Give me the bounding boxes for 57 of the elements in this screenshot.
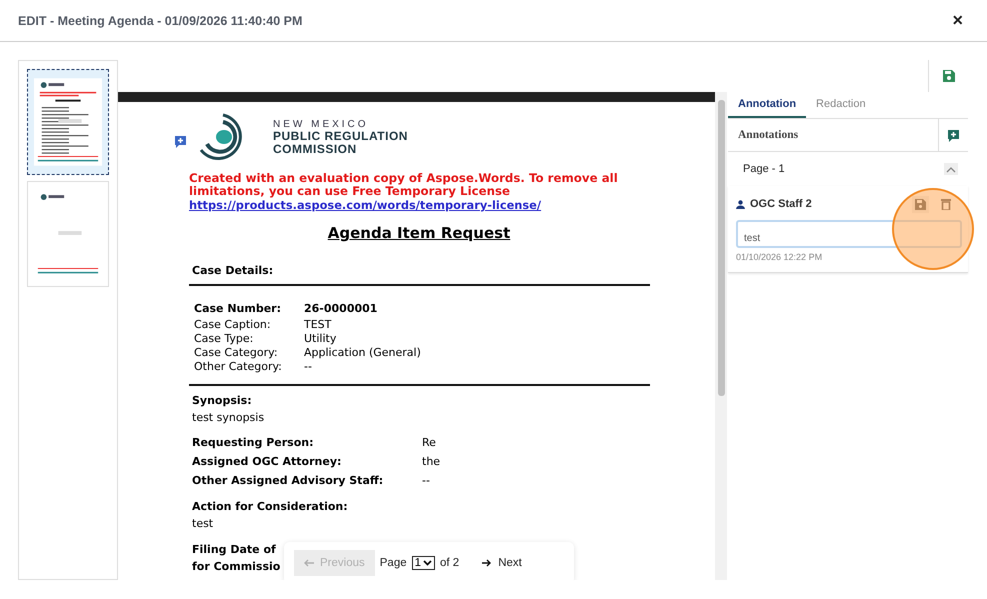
next-button[interactable]: Next — [472, 550, 532, 576]
trash-icon — [941, 198, 951, 210]
add-comment-icon — [174, 134, 187, 148]
field-label: Assigned OGC Attorney: — [192, 454, 342, 470]
field-label: Case Number: — [194, 301, 282, 317]
panel-tab[interactable]: Redaction — [806, 92, 876, 118]
field-value: -- — [304, 360, 313, 374]
field-label: Case Type: — [194, 332, 254, 346]
chevron-up-icon — [946, 166, 956, 172]
logo-text: COMMISSION — [273, 142, 358, 156]
field-label: Case Category: — [194, 346, 279, 360]
page-thumbnail[interactable] — [27, 69, 109, 175]
arrow-right-icon — [482, 559, 492, 567]
chevron-down-icon — [423, 560, 432, 566]
comment-date: 01/10/2026 12:22 PM — [736, 252, 824, 262]
page-label: Page — [380, 557, 407, 569]
page-count: of 2 — [440, 557, 460, 569]
save-icon — [942, 69, 956, 83]
field-value: Utility — [304, 332, 338, 346]
section-heading: Synopsis: — [192, 393, 252, 409]
field-value: Re — [422, 435, 436, 451]
panel-tab[interactable]: Annotation — [728, 92, 806, 118]
logo-text: PUBLIC REGULATION — [273, 130, 408, 142]
license-link[interactable]: https://products.aspose.com/words/temporary-license/ — [189, 198, 649, 212]
panel-title: Annotations — [737, 129, 798, 141]
scrollbar[interactable] — [715, 92, 727, 580]
field-label: Requesting Person: — [192, 435, 314, 451]
section-heading: for Commissio — [192, 559, 280, 575]
add-comment-button[interactable] — [174, 134, 187, 148]
field-value: TEST — [304, 318, 332, 332]
save-icon — [915, 198, 926, 210]
comment-author: OGC Staff 2 — [750, 198, 813, 210]
section-heading: Action for Consideration: — [192, 499, 348, 515]
logo-text: NEW MEXICO — [273, 118, 370, 130]
field-value: Application (General) — [304, 346, 422, 360]
page-select[interactable]: 1 — [412, 556, 436, 570]
evaluation-notice: Created with an evaluation copy of Aspose.Words. To remove all limitations, you can use Free Temporary License — [189, 172, 619, 198]
body-text: test synopsis — [192, 410, 266, 426]
save-comment-button[interactable] — [912, 196, 929, 212]
user-icon — [736, 200, 745, 208]
window-title: EDIT - Meeting Agenda - 01/09/2026 11:40:40 PM — [18, 14, 302, 28]
close-button[interactable]: × — [948, 10, 967, 31]
arrow-left-icon — [304, 559, 314, 567]
collapse-button[interactable] — [944, 163, 958, 175]
field-label: Other Assigned Advisory Staff: — [192, 473, 384, 489]
field-label: Case Caption: — [194, 318, 272, 332]
body-text: test — [192, 516, 214, 532]
comment-field[interactable]: test — [736, 220, 962, 248]
add-comment-icon — [947, 128, 960, 142]
field-label: Other Category: — [194, 360, 283, 374]
document-heading: Agenda Item Request — [326, 224, 512, 242]
field-value: -- — [422, 473, 430, 489]
section-heading: Case Details: — [192, 264, 274, 277]
field-value: the — [422, 454, 440, 470]
group-label: Page - 1 — [743, 163, 785, 175]
section-heading: Filing Date of — [192, 542, 276, 558]
field-value: 26-0000001 — [304, 301, 378, 317]
